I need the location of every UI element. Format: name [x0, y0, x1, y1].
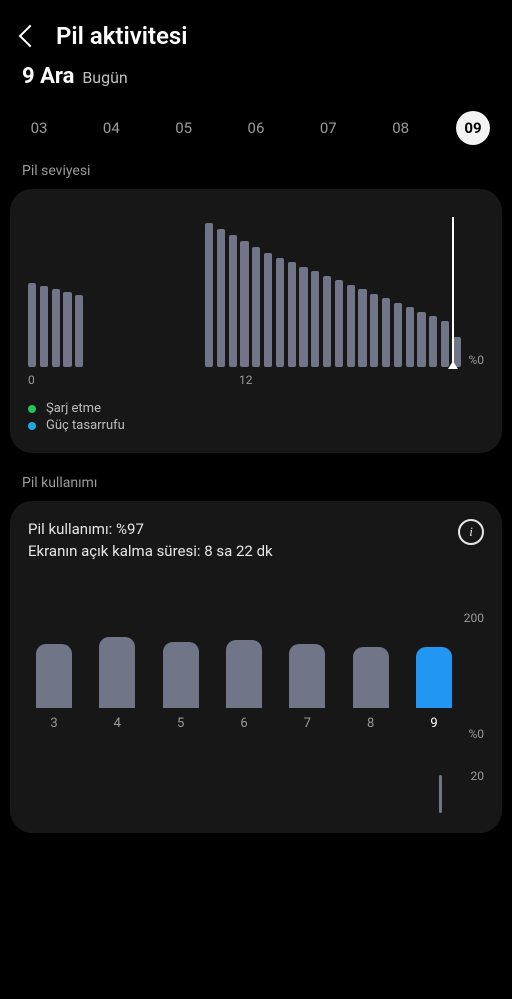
- battery-level-card: %0 0 12 Şarj etme Güç tasarrufu: [10, 189, 502, 453]
- usage-bar: [416, 647, 452, 708]
- level-bar: [347, 285, 355, 368]
- usage-bar: [36, 644, 72, 707]
- level-bar: [229, 235, 237, 367]
- usage-bar-7[interactable]: 7: [287, 644, 327, 730]
- date-sub: Bugün: [82, 68, 127, 87]
- day-picker: 03 04 05 06 07 08 09: [0, 99, 512, 163]
- usage-bar-label: 4: [114, 716, 121, 731]
- level-bar: [358, 289, 366, 367]
- legend: Şarj etme Güç tasarrufu: [28, 401, 484, 433]
- date-main: 9 Ara: [22, 64, 74, 89]
- usage-percent: Pil kullanımı: %97: [28, 519, 273, 541]
- level-bar: [52, 289, 60, 367]
- usage-bar-label: 8: [367, 716, 374, 731]
- level-bar: [429, 316, 437, 367]
- usage-summary: Pil kullanımı: %97 Ekranın açık kalma sü…: [28, 519, 273, 563]
- y-zero-label: %0: [468, 353, 484, 367]
- section-battery-level: Pil seviyesi: [0, 163, 512, 189]
- info-icon[interactable]: i: [458, 519, 484, 545]
- level-bar: [240, 241, 248, 367]
- usage-bar-5[interactable]: 5: [161, 642, 201, 731]
- day-06[interactable]: 06: [239, 111, 273, 145]
- level-bar: [406, 307, 414, 367]
- usage-bar-label: 7: [304, 716, 311, 731]
- usage-bar-6[interactable]: 6: [224, 640, 264, 730]
- usage-bar: [353, 647, 389, 708]
- level-bar: [63, 292, 71, 367]
- day-03[interactable]: 03: [22, 111, 56, 145]
- level-bar: [417, 312, 425, 368]
- level-bar: [299, 267, 307, 368]
- back-icon[interactable]: [19, 25, 42, 48]
- secondary-bar: [439, 775, 442, 813]
- usage-bar-8[interactable]: 8: [351, 647, 391, 731]
- level-bar: [264, 253, 272, 367]
- legend-powersave: Güç tasarrufu: [46, 418, 125, 433]
- level-bar: [311, 271, 319, 367]
- day-05[interactable]: 05: [167, 111, 201, 145]
- y-max-label-2: 20: [471, 769, 485, 783]
- legend-charging: Şarj etme: [46, 401, 101, 416]
- level-bar: [205, 223, 213, 367]
- day-09[interactable]: 09: [456, 111, 490, 145]
- y-zero-label: %0: [468, 727, 484, 741]
- x-axis-ticks: 0 12: [28, 373, 450, 387]
- section-battery-usage: Pil kullanımı: [0, 475, 512, 501]
- usage-bar-label: 6: [240, 716, 247, 731]
- level-bar: [370, 294, 378, 368]
- tick-0: 0: [28, 373, 239, 387]
- level-bar: [382, 298, 390, 367]
- day-04[interactable]: 04: [94, 111, 128, 145]
- y-max-label: 200: [464, 611, 484, 625]
- usage-bar-3[interactable]: 3: [34, 644, 74, 730]
- usage-bar: [226, 640, 262, 707]
- screen-on-time: Ekranın açık kalma süresi: 8 sa 22 dk: [28, 541, 273, 563]
- dot-charging-icon: [28, 405, 36, 413]
- tick-12: 12: [239, 373, 253, 387]
- day-07[interactable]: 07: [311, 111, 345, 145]
- battery-level-chart: %0: [28, 207, 484, 367]
- usage-bar-label: 5: [177, 716, 184, 731]
- level-bar: [217, 229, 225, 367]
- battery-usage-card: Pil kullanımı: %97 Ekranın açık kalma sü…: [10, 501, 502, 833]
- current-time-marker: [452, 217, 454, 367]
- secondary-chart: 20: [28, 769, 484, 813]
- usage-bar-9[interactable]: 9: [414, 647, 454, 731]
- usage-bar-4[interactable]: 4: [97, 637, 137, 730]
- usage-bar: [289, 644, 325, 707]
- usage-bar: [163, 642, 199, 708]
- level-bar: [40, 286, 48, 367]
- usage-bar-label: 3: [50, 716, 57, 731]
- current-date: 9 Ara Bugün: [0, 64, 512, 99]
- level-bar: [28, 283, 36, 367]
- level-bar: [288, 262, 296, 367]
- level-bar: [75, 295, 83, 367]
- level-bar: [394, 303, 402, 368]
- level-bar: [276, 258, 284, 368]
- level-bar: [323, 276, 331, 368]
- level-bar: [335, 280, 343, 367]
- usage-chart: 200 %0 3456789: [28, 621, 484, 751]
- level-bar: [252, 247, 260, 367]
- day-08[interactable]: 08: [384, 111, 418, 145]
- usage-bar-label: 9: [430, 716, 437, 731]
- dot-powersave-icon: [28, 422, 36, 430]
- page-title: Pil aktivitesi: [56, 22, 188, 50]
- usage-bar: [99, 637, 135, 707]
